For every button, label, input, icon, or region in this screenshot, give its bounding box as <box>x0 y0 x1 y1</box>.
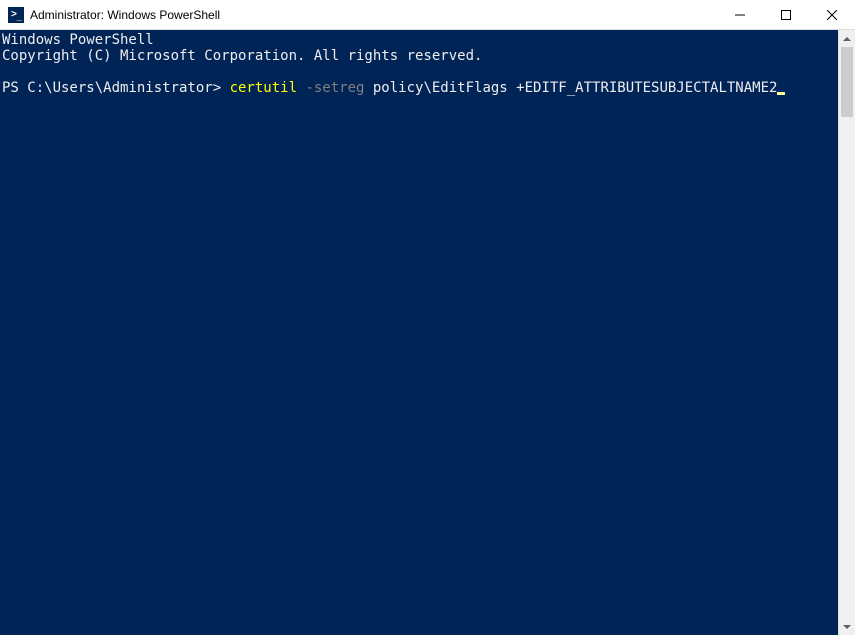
powershell-icon <box>8 7 24 23</box>
terminal-header-1: Windows PowerShell <box>2 32 154 48</box>
command-parameter: -setreg <box>305 80 372 96</box>
terminal-area[interactable]: Windows PowerShell Copyright (C) Microso… <box>0 30 838 635</box>
terminal-header-2: Copyright (C) Microsoft Corporation. All… <box>2 48 482 64</box>
scroll-thumb[interactable] <box>841 47 853 117</box>
command-executable: certutil <box>230 80 306 96</box>
vertical-scrollbar[interactable] <box>838 30 855 635</box>
close-button[interactable] <box>809 0 855 29</box>
prompt: PS C:\Users\Administrator> <box>2 80 230 96</box>
terminal-wrapper: Windows PowerShell Copyright (C) Microso… <box>0 30 855 635</box>
minimize-button[interactable] <box>717 0 763 29</box>
window-title: Administrator: Windows PowerShell <box>30 8 717 22</box>
window-controls <box>717 0 855 29</box>
scroll-down-arrow-icon[interactable] <box>839 618 855 635</box>
maximize-button[interactable] <box>763 0 809 29</box>
window-titlebar: Administrator: Windows PowerShell <box>0 0 855 30</box>
command-arguments: policy\EditFlags +EDITF_ATTRIBUTESUBJECT… <box>373 80 778 96</box>
scroll-track[interactable] <box>839 47 855 618</box>
scroll-up-arrow-icon[interactable] <box>839 30 855 47</box>
cursor-icon <box>777 92 785 95</box>
